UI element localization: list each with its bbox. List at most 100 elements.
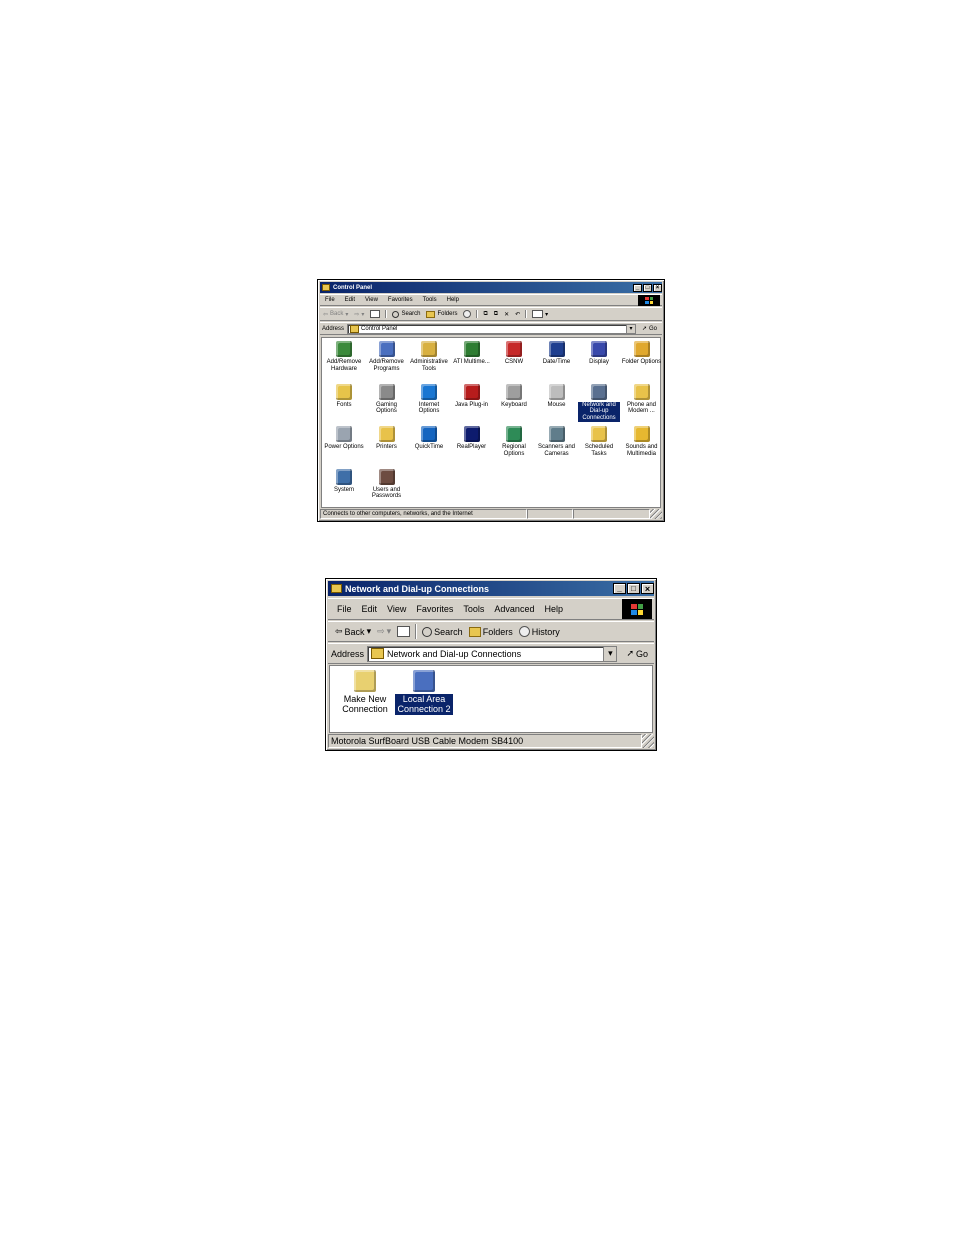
icon-label: QuickTime (414, 444, 444, 450)
close-button[interactable]: × (653, 283, 662, 292)
back-button[interactable]: ⇦ Back ▾ (332, 626, 374, 637)
move-to-button[interactable]: ⧉ (480, 311, 490, 318)
icon-item[interactable]: QuickTime (408, 426, 450, 451)
icon-item[interactable]: Network and Dial-up Connections (578, 383, 620, 423)
icon-label: Network and Dial-up Connections (578, 401, 620, 423)
close-button[interactable]: × (641, 583, 654, 594)
status-bar: Motorola SurfBoard USB Cable Modem SB410… (328, 734, 654, 748)
search-icon (422, 626, 433, 637)
menu-edit[interactable]: Edit (340, 297, 360, 303)
icon-item[interactable]: Mouse (536, 383, 578, 409)
menu-favorites[interactable]: Favorites (383, 297, 418, 303)
phone-icon (633, 383, 650, 400)
icon-item[interactable]: Scanners and Cameras (536, 426, 578, 458)
forward-button[interactable]: ⇨ ▾ (374, 626, 394, 637)
address-input[interactable]: Network and Dial-up Connections ▾ (367, 645, 618, 662)
menu-bar: File Edit View Favorites Tools Advanced … (328, 598, 654, 620)
up-button[interactable] (394, 626, 413, 637)
speaker-icon (633, 426, 650, 442)
icon-item[interactable]: Keyboard (493, 383, 535, 409)
admin-tools-icon (421, 341, 437, 357)
icon-item[interactable]: Display (578, 341, 620, 366)
menu-file[interactable]: File (320, 297, 340, 303)
quicktime-icon (421, 426, 437, 442)
search-button[interactable]: Search (389, 310, 423, 318)
menu-advanced[interactable]: Advanced (489, 604, 539, 614)
icon-item[interactable]: ATI Multime... (451, 341, 493, 366)
joystick-icon (378, 383, 395, 400)
forward-button[interactable]: ⇨ ▾ (351, 311, 367, 318)
minimize-button[interactable]: _ (613, 583, 626, 594)
icon-item[interactable]: Users and Passwords (366, 468, 408, 501)
back-button[interactable]: ⇦ Back ▾ (320, 311, 351, 318)
icon-item[interactable]: Make New Connection (336, 670, 394, 715)
resize-grip[interactable] (650, 509, 662, 519)
icon-item[interactable]: Internet Options (408, 383, 450, 416)
up-folder-icon (370, 310, 381, 318)
icon-item[interactable]: Printers (366, 426, 408, 451)
icon-item[interactable]: Regional Options (493, 426, 535, 458)
icon-item[interactable]: Add/Remove Hardware (323, 341, 365, 373)
search-button[interactable]: Search (419, 626, 466, 637)
icon-label: Sounds and Multimedia (625, 444, 658, 457)
icon-label: RealPlayer (456, 444, 487, 450)
icon-item[interactable]: Add/Remove Programs (366, 341, 408, 373)
go-button[interactable]: ➚ Go (639, 325, 660, 333)
folder-icon (322, 284, 330, 291)
icon-item[interactable]: Date/Time (536, 341, 578, 366)
menu-help[interactable]: Help (539, 604, 568, 614)
maximize-button[interactable]: □ (643, 283, 652, 292)
undo-button[interactable]: ↶ (512, 311, 523, 318)
folders-button[interactable]: Folders (466, 626, 516, 637)
resize-grip[interactable] (642, 734, 654, 748)
go-button[interactable]: ➚ Go (623, 648, 651, 659)
menu-tools[interactable]: Tools (418, 297, 442, 303)
icon-item[interactable]: System (323, 468, 365, 494)
icon-item[interactable]: CSNW (493, 341, 535, 366)
menu-tools[interactable]: Tools (458, 604, 489, 614)
delete-button[interactable]: ✕ (501, 311, 512, 318)
menu-help[interactable]: Help (442, 297, 464, 303)
menu-file[interactable]: File (332, 604, 357, 614)
views-button[interactable]: ▾ (529, 310, 551, 318)
icon-label: Internet Options (418, 401, 440, 415)
address-input[interactable]: Control Panel ▾ (347, 323, 636, 334)
icon-item[interactable]: RealPlayer (451, 426, 493, 451)
menu-edit[interactable]: Edit (357, 604, 383, 614)
icon-label: Make New Connection (342, 694, 388, 715)
copy-to-button[interactable]: ⧉ (491, 311, 501, 318)
menu-bar: File Edit View Favorites Tools Help (320, 294, 662, 306)
ati-icon (463, 341, 480, 357)
scheduled-tasks-icon (591, 426, 607, 442)
history-button[interactable] (460, 310, 474, 318)
title-bar[interactable]: Network and Dial-up Connections _ □ × (328, 581, 654, 596)
keyboard-icon (506, 383, 522, 400)
icon-label: Printers (376, 444, 397, 450)
icon-item[interactable]: Phone and Modem ... (621, 383, 663, 416)
icon-item[interactable]: Folder Options (621, 341, 663, 366)
menu-view[interactable]: View (382, 604, 411, 614)
icon-item[interactable]: Scheduled Tasks (578, 426, 620, 458)
icon-item[interactable]: Fonts (323, 383, 365, 409)
history-button[interactable]: History (516, 626, 563, 637)
icon-item[interactable]: Administrative Tools (408, 341, 450, 373)
icon-label: Date/Time (542, 359, 571, 365)
address-dropdown-button[interactable]: ▾ (625, 324, 635, 333)
status-cell-3 (573, 509, 650, 519)
up-button[interactable] (367, 310, 383, 318)
address-dropdown-button[interactable]: ▾ (603, 646, 617, 661)
toolbar: ⇦ Back ▾ ⇨ ▾ Search Folders History (328, 621, 654, 642)
title-bar[interactable]: Control Panel _ □ × (320, 282, 662, 293)
icon-item[interactable]: Local Area Connection 2 (395, 670, 453, 715)
go-arrow-icon: ➚ (626, 648, 634, 658)
menu-favorites[interactable]: Favorites (411, 604, 458, 614)
folders-button[interactable]: Folders (423, 310, 460, 318)
icon-item[interactable]: Power Options (323, 426, 365, 451)
menu-view[interactable]: View (360, 297, 383, 303)
maximize-button[interactable]: □ (627, 583, 640, 594)
icon-item[interactable]: Gaming Options (366, 383, 408, 416)
copy-to-icon: ⧉ (493, 310, 499, 317)
icon-item[interactable]: Java Plug-in (451, 383, 493, 409)
icon-item[interactable]: Sounds and Multimedia (621, 426, 663, 458)
minimize-button[interactable]: _ (633, 283, 642, 292)
